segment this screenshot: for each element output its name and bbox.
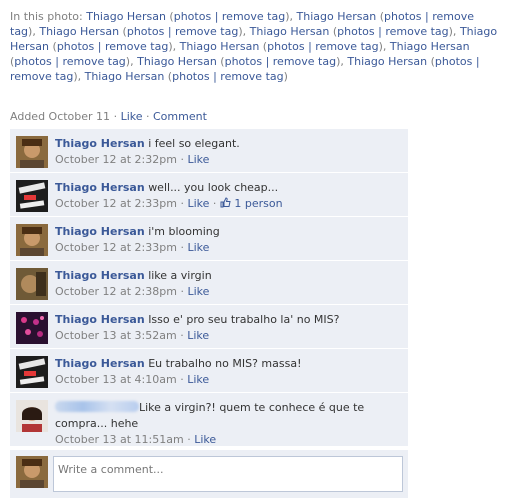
tags-prefix: In this photo:: [10, 10, 83, 23]
comment-timestamp[interactable]: October 12 at 2:33pm: [55, 197, 177, 210]
remove-tag-link[interactable]: remove tag: [315, 40, 378, 53]
tag-separator: |: [167, 25, 172, 38]
comment-timestamp[interactable]: October 12 at 2:32pm: [55, 153, 177, 166]
remove-tag-link[interactable]: remove tag: [220, 70, 283, 83]
comment-like-link[interactable]: Like: [187, 373, 209, 386]
tagged-person-link[interactable]: Thiago Hersan: [390, 40, 470, 53]
tagged-person-link[interactable]: Thiago Hersan: [39, 25, 119, 38]
like-link[interactable]: Like: [121, 110, 143, 123]
comment-item: Thiago Hersan Isso e' pro seu trabalho l…: [10, 305, 408, 349]
remove-tag-link[interactable]: remove tag: [222, 10, 285, 23]
tag-separator: |: [378, 25, 382, 38]
comment-item: Thiago Hersan well... you look cheap... …: [10, 173, 408, 217]
tag-separator: |: [308, 40, 312, 53]
meta-separator: ·: [146, 110, 150, 123]
comment-item: Like a virgin?! quem te conhece é que te…: [10, 393, 408, 447]
tag-photos-link[interactable]: photos: [384, 10, 421, 23]
tag-separator: |: [475, 55, 480, 68]
comment-like-link[interactable]: Like: [187, 285, 209, 298]
comment-author[interactable]: Thiago Hersan: [55, 225, 145, 238]
avatar[interactable]: [16, 136, 48, 168]
avatar[interactable]: [16, 356, 48, 388]
comment-timestamp[interactable]: October 12 at 2:38pm: [55, 285, 177, 298]
remove-tag-link[interactable]: remove tag: [175, 25, 238, 38]
remove-tag-link[interactable]: remove tag: [385, 25, 448, 38]
avatar[interactable]: [16, 268, 48, 300]
comment-timestamp[interactable]: October 13 at 11:51am: [55, 433, 184, 446]
avatar[interactable]: [16, 312, 48, 344]
comment-author[interactable]: Thiago Hersan: [55, 181, 145, 194]
tag-entry: Thiago Hersan (photos | remove tag),: [137, 55, 348, 68]
comment-timestamp[interactable]: October 12 at 2:33pm: [55, 241, 177, 254]
added-date: Added October 11: [10, 110, 111, 123]
tag-photos-link[interactable]: photos: [225, 55, 262, 68]
tag-separator: |: [265, 55, 270, 68]
avatar[interactable]: [16, 400, 48, 432]
redacted-author-name: [55, 401, 139, 412]
tagged-person-link[interactable]: Thiago Hersan: [250, 25, 330, 38]
comment-timestamp[interactable]: October 13 at 3:52am: [55, 329, 177, 342]
avatar[interactable]: [16, 180, 48, 212]
comment-input[interactable]: Write a comment...: [53, 456, 403, 492]
comment-item: Thiago Hersan i'm blooming October 12 at…: [10, 217, 408, 261]
tag-photos-link[interactable]: photos: [172, 70, 209, 83]
photo-comments-panel: In this photo: Thiago Hersan (photos | r…: [0, 0, 516, 503]
tag-separator: |: [55, 55, 59, 68]
comment-text: Isso e' pro seu trabalho la' no MIS?: [148, 313, 340, 326]
thumbs-up-icon: [220, 197, 231, 208]
tag-photos-link[interactable]: photos: [435, 55, 472, 68]
comment-text: Eu trabalho no MIS? massa!: [148, 357, 302, 370]
comment-like-link[interactable]: Like: [187, 329, 209, 342]
comment-author[interactable]: Thiago Hersan: [55, 357, 145, 370]
comment-like-link[interactable]: Like: [194, 433, 216, 446]
comment-author[interactable]: Thiago Hersan: [55, 313, 145, 326]
comment-text: well... you look cheap...: [148, 181, 279, 194]
tagged-person-link[interactable]: Thiago Hersan: [180, 40, 260, 53]
tag-entry: Thiago Hersan (photos | remove tag): [84, 70, 288, 83]
tag-photos-link[interactable]: photos: [174, 10, 211, 23]
tag-photos-link[interactable]: photos: [337, 25, 374, 38]
tag-entry: Thiago Hersan (photos | remove tag),: [39, 25, 250, 38]
tag-photos-link[interactable]: photos: [14, 55, 51, 68]
remove-tag-link[interactable]: remove tag: [62, 55, 125, 68]
tagged-person-link[interactable]: Thiago Hersan: [347, 55, 427, 68]
remove-tag-link[interactable]: remove tag: [273, 55, 336, 68]
tagged-person-link[interactable]: Thiago Hersan: [137, 55, 217, 68]
remove-tag-link[interactable]: remove tag: [10, 70, 73, 83]
comment-author[interactable]: Thiago Hersan: [55, 137, 145, 150]
tag-separator: |: [424, 10, 429, 23]
comment-composer: Write a comment...: [10, 450, 408, 498]
comment-text: i'm blooming: [148, 225, 220, 238]
comment-item: Thiago Hersan i feel so elegant. October…: [10, 129, 408, 173]
tag-entry: Thiago Hersan (photos | remove tag),: [86, 10, 297, 23]
photo-meta: Added October 11 · Like · Comment: [10, 110, 207, 123]
comment-timestamp[interactable]: October 13 at 4:10am: [55, 373, 177, 386]
tag-photos-link[interactable]: photos: [127, 25, 164, 38]
tagged-person-link[interactable]: Thiago Hersan: [86, 10, 166, 23]
like-count-link[interactable]: 1 person: [234, 197, 282, 210]
comment-item: Thiago Hersan Eu trabalho no MIS? massa!…: [10, 349, 408, 393]
tagged-person-link[interactable]: Thiago Hersan: [297, 10, 377, 23]
comment-text: i feel so elegant.: [148, 137, 240, 150]
tag-entry: Thiago Hersan (photos | remove tag),: [249, 25, 460, 38]
tag-separator: |: [213, 70, 217, 83]
tag-list: In this photo: Thiago Hersan (photos | r…: [10, 9, 500, 84]
comment-like-link[interactable]: Like: [187, 241, 209, 254]
meta-separator: ·: [113, 110, 118, 123]
comment-author[interactable]: Thiago Hersan: [55, 269, 145, 282]
comment-link[interactable]: Comment: [153, 110, 207, 123]
comment-text: like a virgin: [148, 269, 212, 282]
comment-list: Thiago Hersan i feel so elegant. October…: [10, 129, 408, 447]
avatar[interactable]: [16, 224, 48, 256]
tagged-person-link[interactable]: Thiago Hersan: [85, 70, 165, 83]
tag-photos-link[interactable]: photos: [57, 40, 94, 53]
comment-like-link[interactable]: Like: [187, 197, 209, 210]
tag-separator: |: [214, 10, 219, 23]
remove-tag-link[interactable]: remove tag: [105, 40, 168, 53]
tag-separator: |: [97, 40, 102, 53]
comment-item: Thiago Hersan like a virgin October 12 a…: [10, 261, 408, 305]
tag-photos-link[interactable]: photos: [267, 40, 304, 53]
current-user-avatar: [16, 456, 48, 488]
tag-entry: Thiago Hersan (photos | remove tag),: [179, 40, 390, 53]
